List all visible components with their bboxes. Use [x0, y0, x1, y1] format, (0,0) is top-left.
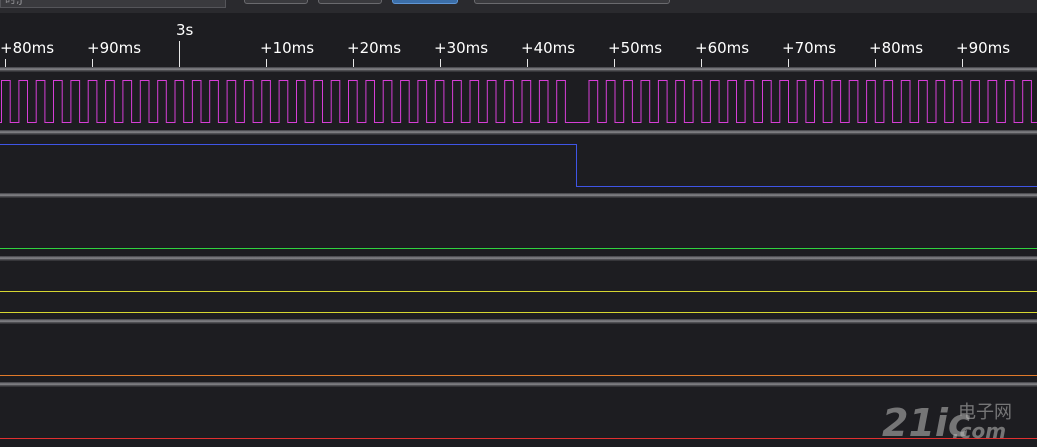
ruler-tick-label: +80ms [0, 39, 55, 57]
channel-4-waveform [0, 375, 1037, 376]
ruler-tick-label: +90ms [87, 39, 142, 57]
ruler-tick-label: +10ms [260, 39, 315, 57]
channel-4-lane[interactable] [0, 324, 1037, 382]
toolbar-button-1[interactable] [244, 0, 308, 4]
channel-2-lane[interactable] [0, 198, 1037, 256]
ruler-tick-label: +20ms [347, 39, 402, 57]
ruler-tick-label: +90ms [956, 39, 1011, 57]
toolbar: 时,J [0, 0, 1037, 13]
channel-3-waveform [0, 291, 1037, 313]
ruler-tick-label: +70ms [782, 39, 837, 57]
ruler-major-label: 3s [176, 21, 194, 39]
ruler-tick-label: +30ms [434, 39, 489, 57]
toolbar-text-field[interactable]: 时,J [0, 0, 226, 8]
ruler-tick-label: +60ms [695, 39, 750, 57]
channel-1-waveform [0, 144, 1037, 187]
channel-0-waveform [0, 80, 1037, 123]
ruler-major-tick [179, 41, 180, 68]
ruler-tick-label: +50ms [608, 39, 663, 57]
ruler-tick-label: +40ms [521, 39, 576, 57]
watermark-domain: .com [952, 419, 1006, 442]
channel-1-lane[interactable] [0, 135, 1037, 193]
channel-0-lane[interactable] [0, 72, 1037, 130]
ruler-tick-label: +80ms [869, 39, 924, 57]
channel-2-waveform [0, 248, 1037, 249]
channel-3-lane[interactable] [0, 261, 1037, 319]
toolbar-button-4[interactable] [474, 0, 670, 4]
toolbar-button-3[interactable] [392, 0, 458, 4]
time-ruler[interactable]: 3s +80ms +90ms +10ms +20ms +30ms +40ms +… [0, 13, 1037, 68]
toolbar-button-2[interactable] [318, 0, 382, 4]
watermark-logo: 21ic 电子网 .com [882, 398, 1032, 442]
